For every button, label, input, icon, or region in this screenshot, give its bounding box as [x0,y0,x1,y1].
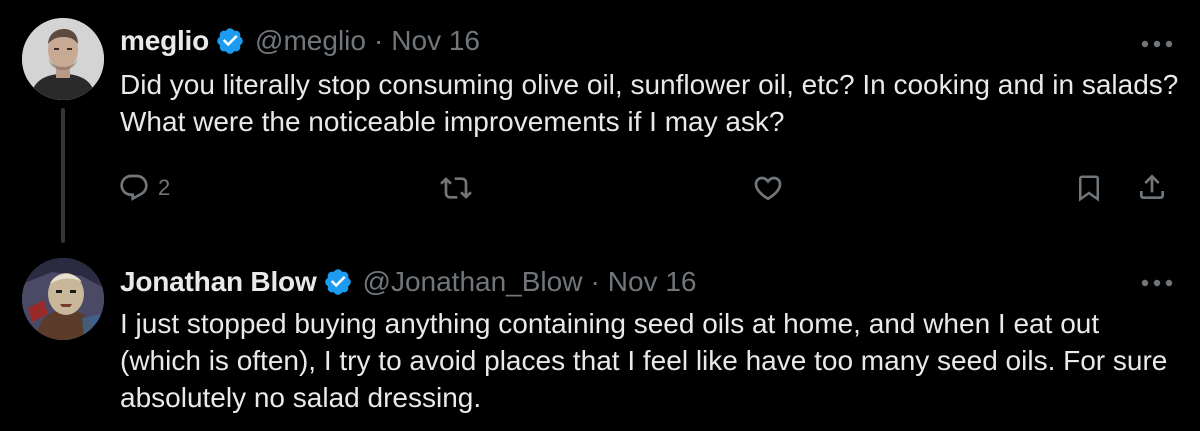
bookmark-button[interactable] [1074,173,1104,203]
reply-button[interactable]: 2 [118,172,170,204]
timestamp[interactable]: Nov 16 [608,265,697,299]
share-button[interactable] [1136,171,1168,203]
tweet-thread: meglio @meglio · Nov 16 Did you literall… [0,0,1200,431]
like-button[interactable] [752,172,784,204]
handle[interactable]: @meglio [255,24,366,58]
display-name[interactable]: meglio [120,24,209,58]
display-name[interactable]: Jonathan Blow [120,265,317,299]
tweet-actions: 2 [0,170,1200,210]
avatar-jonathan-blow[interactable] [22,258,104,340]
avatar-meglio[interactable] [22,18,104,100]
bookmark-icon [1074,173,1104,203]
more-options-icon[interactable] [1140,36,1174,48]
tweet-text: I just stopped buying anything containin… [120,308,1168,413]
tweet-header: meglio @meglio · Nov 16 [120,24,480,58]
verified-badge-icon [215,26,245,56]
handle[interactable]: @Jonathan_Blow [363,265,583,299]
separator-dot: · [373,25,384,56]
tweet-header: Jonathan Blow @Jonathan_Blow · Nov 16 [120,265,696,299]
tweet-meglio[interactable]: meglio @meglio · Nov 16 Did you literall… [0,0,1200,245]
reply-count: 2 [158,175,171,200]
separator-dot: · [590,266,600,297]
verified-badge-icon [323,267,353,297]
retweet-icon [440,172,472,204]
retweet-button[interactable] [440,172,472,204]
share-icon [1136,171,1168,203]
timestamp[interactable]: Nov 16 [391,24,480,58]
tweet-jonathan-blow[interactable]: Jonathan Blow @Jonathan_Blow · Nov 16 I … [0,245,1200,431]
heart-icon [752,172,784,204]
tweet-text: Did you literally stop consuming olive o… [120,69,1179,137]
more-options-icon[interactable] [1140,275,1174,287]
reply-icon [118,172,150,204]
